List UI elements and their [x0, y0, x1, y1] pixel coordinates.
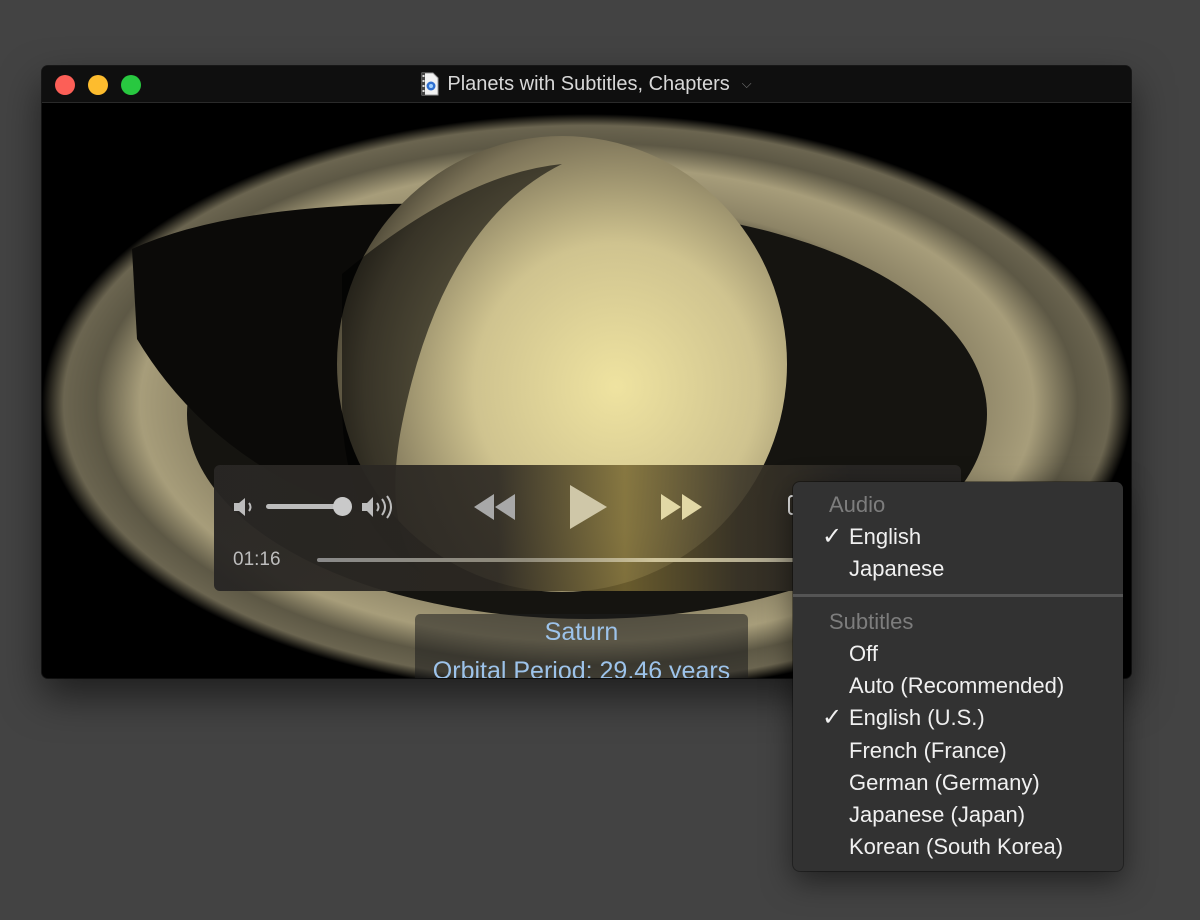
rewind-icon[interactable] — [472, 492, 518, 527]
window-controls — [55, 75, 141, 95]
volume-slider-handle[interactable] — [333, 497, 352, 516]
title-bar[interactable]: Planets with Subtitles, Chapters ⌵ — [42, 66, 1131, 103]
menu-item-label: Auto (Recommended) — [849, 673, 1065, 698]
menu-item-audio-english[interactable]: ✓ English — [793, 521, 1123, 553]
menu-item-subtitles-japanese[interactable]: Japanese (Japan) — [793, 799, 1123, 831]
menu-item-subtitles-korean[interactable]: Korean (South Korea) — [793, 831, 1123, 863]
menu-item-label: German (Germany) — [849, 770, 1040, 795]
subtitle-line-1: Saturn — [544, 618, 619, 646]
checkmark-icon: ✓ — [822, 523, 843, 550]
window-title-group[interactable]: Planets with Subtitles, Chapters ⌵ — [421, 72, 752, 96]
menu-item-label: Japanese (Japan) — [849, 802, 1026, 827]
menu-item-subtitles-french[interactable]: French (France) — [793, 735, 1123, 767]
menu-item-subtitles-auto[interactable]: Auto (Recommended) — [793, 670, 1123, 702]
playback-progress-bar[interactable] — [317, 558, 837, 562]
play-icon[interactable] — [567, 483, 609, 536]
subtitle-line-2: Orbital Period: 29.46 years — [432, 657, 731, 678]
menu-item-audio-japanese[interactable]: Japanese — [793, 553, 1123, 585]
current-time: 01:16 — [233, 549, 281, 570]
video-document-icon — [421, 72, 439, 96]
menu-item-subtitles-english-us[interactable]: ✓ English (U.S.) — [793, 702, 1123, 734]
menu-item-subtitles-german[interactable]: German (Germany) — [793, 767, 1123, 799]
window-title: Planets with Subtitles, Chapters — [447, 72, 730, 95]
menu-item-label: Off — [849, 641, 878, 666]
chevron-down-icon[interactable]: ⌵ — [742, 76, 752, 92]
menu-item-subtitles-off[interactable]: Off — [793, 638, 1123, 670]
menu-item-label: Japanese — [849, 556, 945, 581]
menu-item-label: English (U.S.) — [849, 705, 985, 730]
subtitles-section-header: Subtitles — [829, 609, 914, 634]
audio-section-header: Audio — [829, 492, 886, 517]
audio-subtitles-menu: Audio ✓ English Japanese Subtitles Off A… — [793, 482, 1123, 871]
menu-item-label: French (France) — [849, 738, 1007, 763]
fast-forward-icon[interactable] — [658, 492, 704, 527]
menu-item-label: English — [849, 524, 922, 549]
close-button[interactable] — [55, 75, 75, 95]
checkmark-icon: ✓ — [822, 704, 843, 731]
minimize-button[interactable] — [88, 75, 108, 95]
menu-item-label: Korean (South Korea) — [849, 834, 1064, 859]
speaker-low-icon[interactable] — [232, 495, 258, 524]
subtitle-caption: Saturn Orbital Period: 29.46 years — [415, 614, 748, 678]
menu-separator — [793, 594, 1123, 597]
speaker-high-icon[interactable] — [360, 494, 400, 525]
zoom-button[interactable] — [121, 75, 141, 95]
